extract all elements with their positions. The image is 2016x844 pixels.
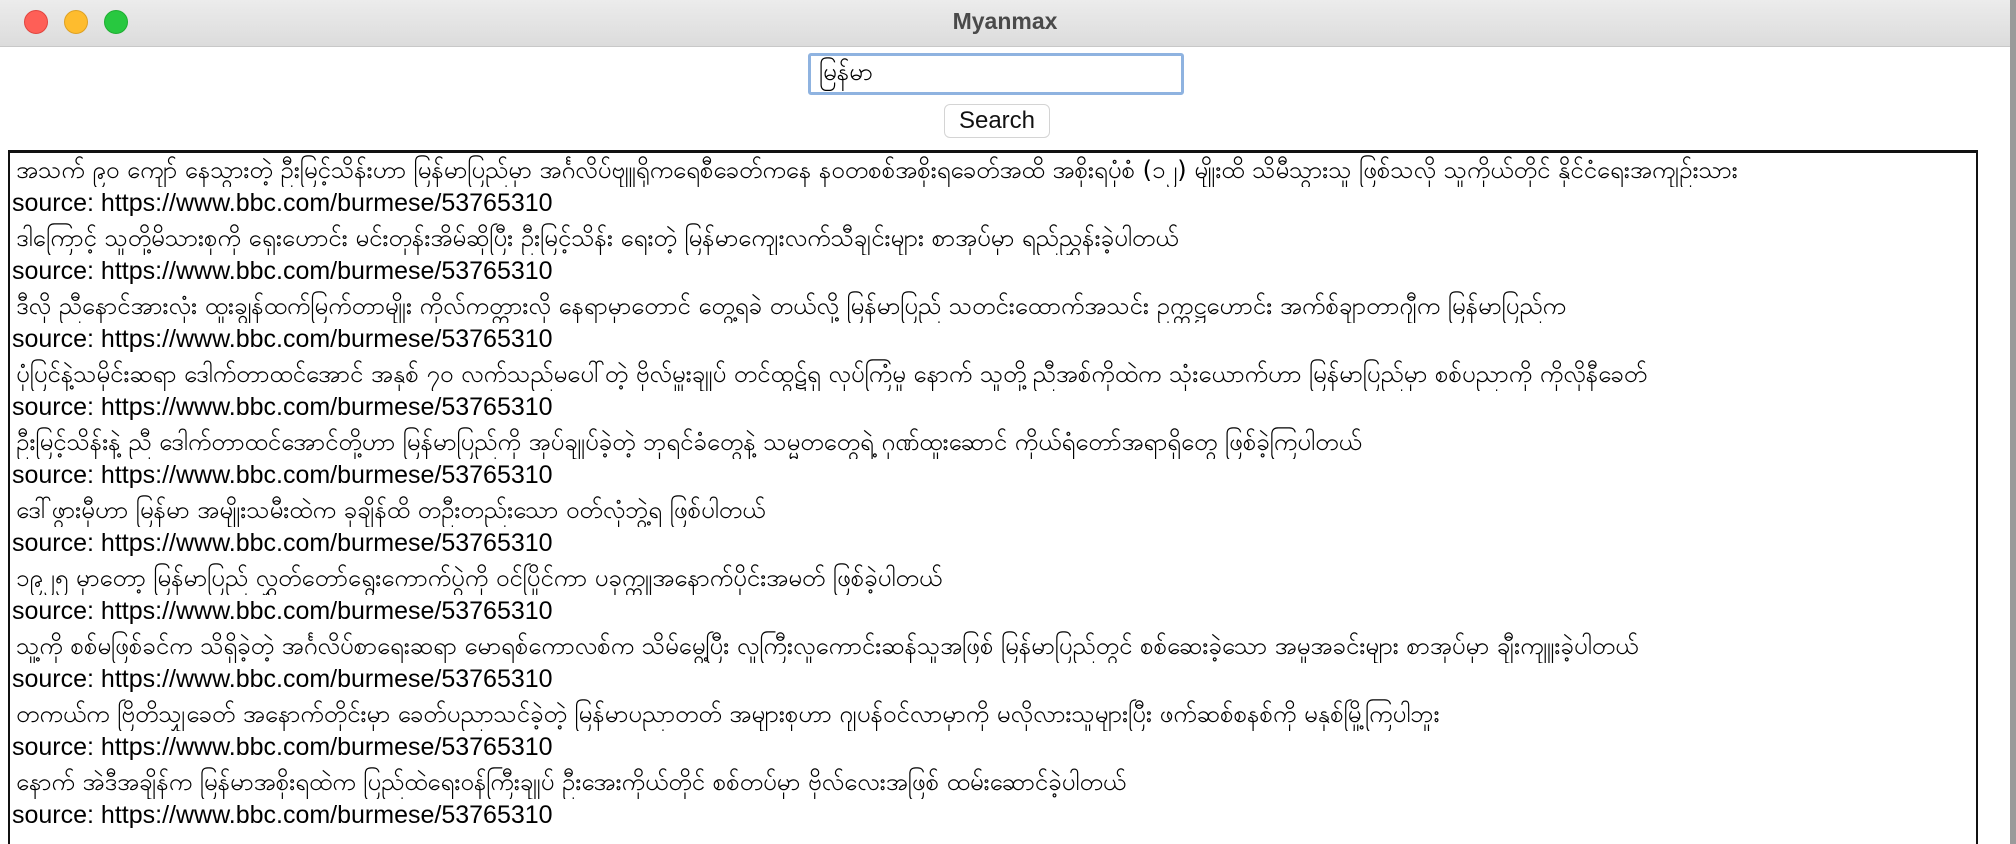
window-title: Myanmax <box>952 8 1058 34</box>
result-source: source: https://www.bbc.com/burmese/5376… <box>12 257 553 285</box>
result-text: ဒါကြောင့် သူတို့မိသားစုကို ရှေးဟောင်း မင… <box>16 224 1179 252</box>
search-input[interactable] <box>808 53 1184 95</box>
result-item: ဒီလို ညီနောင်အားလုံး ထူးချွန်ထက်မြက်တာမျ… <box>10 289 1976 357</box>
main-content: Search အသက် ၉၀ ကျော် နေသွားတဲ့ ဦးမြင့်သိ… <box>8 48 2008 844</box>
result-item: အသက် ၉၀ ကျော် နေသွားတဲ့ ဦးမြင့်သိန်းဟာ မ… <box>10 153 1976 221</box>
result-item: သူ့ကို စစ်မဖြစ်ခင်က သိရှိခဲ့တဲ့ အင်္ဂလိပ… <box>10 629 1976 697</box>
result-text: ဒီလို ညီနောင်အားလုံး ထူးချွန်ထက်မြက်တာမျ… <box>16 292 1567 320</box>
title-bar[interactable]: Myanmax <box>0 0 2010 47</box>
app-window: Myanmax Search အသက် ၉၀ ကျော် နေသွားတဲ့ ဦ… <box>0 0 2010 844</box>
result-text: ဒေါ်ဖွားမှီဟာ မြန်မာ အမျိုးသမီးထဲက ခုချိ… <box>16 496 766 524</box>
result-source: source: https://www.bbc.com/burmese/5376… <box>12 393 553 421</box>
background-window-edge <box>2010 0 2016 844</box>
result-item: နောက် အဲဒီအချိန်က မြန်မာအစိုးရထဲက ပြည်ထဲ… <box>10 765 1976 833</box>
result-source: source: https://www.bbc.com/burmese/5376… <box>12 189 553 217</box>
result-text: နောက် အဲဒီအချိန်က မြန်မာအစိုးရထဲက ပြည်ထဲ… <box>16 768 1127 796</box>
result-item: ဒါကြောင့် သူတို့မိသားစုကို ရှေးဟောင်း မင… <box>10 221 1976 289</box>
result-item: တကယ်က ဗြိတိသျှခေတ် အနောက်တိုင်းမှာ ခေတ်ပ… <box>10 697 1976 765</box>
result-source: source: https://www.bbc.com/burmese/5376… <box>12 801 553 829</box>
result-source: source: https://www.bbc.com/burmese/5376… <box>12 733 553 761</box>
result-text: အသက် ၉၀ ကျော် နေသွားတဲ့ ဦးမြင့်သိန်းဟာ မ… <box>16 156 1738 184</box>
result-text: ၁၉၂၅ မှာတော့ မြန်မာပြည် လွှတ်တော်ရွေးကော… <box>16 564 943 592</box>
result-item: ပုံပြင်နဲ့သမိုင်းဆရာ ဒေါက်တာထင်အောင် အနှ… <box>10 357 1976 425</box>
results-list[interactable]: အသက် ၉၀ ကျော် နေသွားတဲ့ ဦးမြင့်သိန်းဟာ မ… <box>8 150 1978 844</box>
result-source: source: https://www.bbc.com/burmese/5376… <box>12 325 553 353</box>
result-text: ပုံပြင်နဲ့သမိုင်းဆရာ ဒေါက်တာထင်အောင် အနှ… <box>16 360 1648 388</box>
search-button[interactable]: Search <box>944 104 1050 138</box>
result-text: ဦးမြင့်သိန်းနဲ့ ညီ ဒေါက်တာထင်အောင်တို့ဟာ… <box>16 428 1362 456</box>
result-item: ၁၉၂၅ မှာတော့ မြန်မာပြည် လွှတ်တော်ရွေးကော… <box>10 561 1976 629</box>
result-item: ဒေါ်ဖွားမှီဟာ မြန်မာ အမျိုးသမီးထဲက ခုချိ… <box>10 493 1976 561</box>
result-text: သူ့ကို စစ်မဖြစ်ခင်က သိရှိခဲ့တဲ့ အင်္ဂလိပ… <box>16 632 1639 660</box>
result-source: source: https://www.bbc.com/burmese/5376… <box>12 529 553 557</box>
result-source: source: https://www.bbc.com/burmese/5376… <box>12 597 553 625</box>
result-text: တကယ်က ဗြိတိသျှခေတ် အနောက်တိုင်းမှာ ခေတ်ပ… <box>16 700 1440 728</box>
result-item: ဦးမြင့်သိန်းနဲ့ ညီ ဒေါက်တာထင်အောင်တို့ဟာ… <box>10 425 1976 493</box>
result-source: source: https://www.bbc.com/burmese/5376… <box>12 665 553 693</box>
result-source: source: https://www.bbc.com/burmese/5376… <box>12 461 553 489</box>
